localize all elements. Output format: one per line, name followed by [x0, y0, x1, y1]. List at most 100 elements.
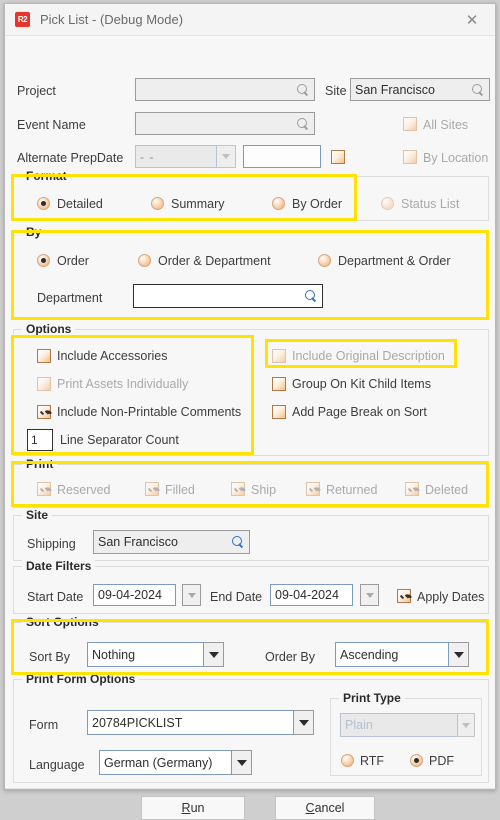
- include-original-description-checkbox[interactable]: [272, 349, 286, 363]
- alternate-prepdate-input[interactable]: - -: [135, 145, 217, 168]
- language-dropdown-button[interactable]: [232, 750, 252, 775]
- search-icon[interactable]: [304, 289, 318, 303]
- department-input[interactable]: [133, 284, 323, 308]
- form-dropdown-button[interactable]: [294, 710, 314, 735]
- print-type-dropdown-button[interactable]: [458, 713, 475, 737]
- add-page-break-on-sort-checkbox[interactable]: [272, 405, 286, 419]
- form-value: 20784PICKLIST: [92, 715, 183, 730]
- print-ship-label: Ship: [251, 483, 277, 497]
- end-date-dropdown-button[interactable]: [360, 584, 379, 606]
- alternate-prepdate-dropdown-button[interactable]: [217, 145, 236, 168]
- print-filled-label: Filled: [165, 483, 195, 497]
- all-sites-label: All Sites: [423, 118, 469, 132]
- site-label: Site: [325, 84, 347, 98]
- dialog-body: Project Site San Francisco Event Name Al…: [5, 36, 495, 820]
- format-radio-status-list[interactable]: [381, 197, 394, 210]
- format-radio-by-order[interactable]: [272, 197, 285, 210]
- print-type-radio-pdf[interactable]: [410, 754, 423, 767]
- date-filters-caption: Date Filters: [22, 559, 96, 573]
- order-by-select[interactable]: Ascending: [335, 642, 449, 667]
- end-date-input[interactable]: 09-04-2024: [270, 584, 353, 606]
- format-radio-summary[interactable]: [151, 197, 164, 210]
- search-icon[interactable]: [231, 535, 245, 549]
- search-icon[interactable]: [471, 83, 485, 97]
- order-by-dropdown-button[interactable]: [449, 642, 469, 667]
- site-group-caption: Site: [22, 508, 53, 522]
- print-type-caption: Print Type: [339, 691, 405, 705]
- line-separator-count-input[interactable]: 1: [27, 429, 53, 451]
- shipping-label: Shipping: [27, 537, 76, 551]
- include-non-printable-comments-checkbox[interactable]: [37, 405, 51, 419]
- by-label-order-department: Order & Department: [158, 254, 271, 268]
- group-on-kit-child-items-checkbox[interactable]: [272, 377, 286, 391]
- form-label: Form: [29, 718, 59, 732]
- print-type-select[interactable]: Plain: [340, 713, 458, 737]
- by-location-checkbox[interactable]: [403, 150, 417, 164]
- print-assets-individually-checkbox[interactable]: [37, 377, 51, 391]
- shipping-value: San Francisco: [98, 535, 178, 549]
- by-radio-order[interactable]: [37, 254, 50, 267]
- cancel-button[interactable]: Cancel: [275, 796, 375, 820]
- site-input[interactable]: San Francisco: [350, 78, 490, 101]
- format-label-detailed: Detailed: [57, 197, 103, 211]
- shipping-input[interactable]: San Francisco: [93, 530, 250, 554]
- sort-by-select[interactable]: Nothing: [87, 642, 204, 667]
- alternate-prepdate-second-input[interactable]: [243, 145, 321, 168]
- by-label-order: Order: [57, 254, 89, 268]
- window-title: Pick List - (Debug Mode): [40, 12, 184, 27]
- end-date-label: End Date: [210, 590, 263, 604]
- print-reserved-checkbox[interactable]: [37, 482, 51, 496]
- print-form-options-caption: Print Form Options: [22, 672, 140, 686]
- start-date-label: Start Date: [27, 590, 84, 604]
- by-radio-order-department[interactable]: [138, 254, 151, 267]
- line-separator-count-label: Line Separator Count: [60, 433, 179, 447]
- format-radio-detailed[interactable]: [37, 197, 50, 210]
- sort-by-label: Sort By: [29, 650, 70, 664]
- group-on-kit-child-items-label: Group On Kit Child Items: [292, 377, 431, 391]
- all-sites-checkbox[interactable]: [403, 117, 417, 131]
- format-caption: Format: [22, 169, 71, 183]
- print-ship-checkbox[interactable]: [231, 482, 245, 496]
- run-button[interactable]: Run: [141, 796, 245, 820]
- print-reserved-label: Reserved: [57, 483, 111, 497]
- sort-by-dropdown-button[interactable]: [204, 642, 224, 667]
- print-type-label-rtf: RTF: [360, 754, 385, 768]
- apply-dates-checkbox[interactable]: [397, 589, 411, 603]
- run-accel: R: [181, 801, 191, 815]
- event-name-input[interactable]: [135, 112, 315, 135]
- print-type-label-pdf: PDF: [429, 754, 454, 768]
- alternate-prepdate-checkbox[interactable]: [331, 150, 345, 164]
- language-value: German (Germany): [104, 755, 213, 770]
- include-non-printable-comments-label: Include Non-Printable Comments: [57, 405, 242, 419]
- event-name-label: Event Name: [17, 118, 86, 132]
- include-original-description-label: Include Original Description: [292, 349, 445, 363]
- language-select[interactable]: German (Germany): [99, 750, 232, 775]
- print-returned-checkbox[interactable]: [306, 482, 320, 496]
- project-input[interactable]: [135, 78, 315, 101]
- format-label-by-order: By Order: [292, 197, 343, 211]
- print-assets-individually-label: Print Assets Individually: [57, 377, 189, 391]
- cancel-accel: C: [305, 801, 315, 815]
- print-deleted-checkbox[interactable]: [405, 482, 419, 496]
- include-accessories-checkbox[interactable]: [37, 349, 51, 363]
- language-label: Language: [29, 758, 85, 772]
- alternate-prepdate-value: - -: [140, 149, 155, 164]
- sort-by-value: Nothing: [92, 647, 136, 662]
- search-icon[interactable]: [296, 117, 310, 131]
- start-date-input[interactable]: 09-04-2024: [93, 584, 176, 606]
- print-type-group: Print Type: [330, 691, 482, 776]
- start-date-dropdown-button[interactable]: [182, 584, 201, 606]
- print-filled-checkbox[interactable]: [145, 482, 159, 496]
- print-type-radio-rtf[interactable]: [341, 754, 354, 767]
- by-location-label: By Location: [423, 151, 489, 165]
- order-by-value: Ascending: [340, 647, 399, 662]
- by-radio-department-order[interactable]: [318, 254, 331, 267]
- form-select[interactable]: 20784PICKLIST: [87, 710, 294, 735]
- include-accessories-label: Include Accessories: [57, 349, 168, 363]
- site-group: Site: [13, 508, 489, 561]
- start-date-value: 09-04-2024: [98, 588, 162, 602]
- print-type-value: Plain: [345, 718, 373, 732]
- close-icon[interactable]: ✕: [455, 8, 489, 32]
- search-icon[interactable]: [296, 83, 310, 97]
- footer-divider: [5, 788, 495, 789]
